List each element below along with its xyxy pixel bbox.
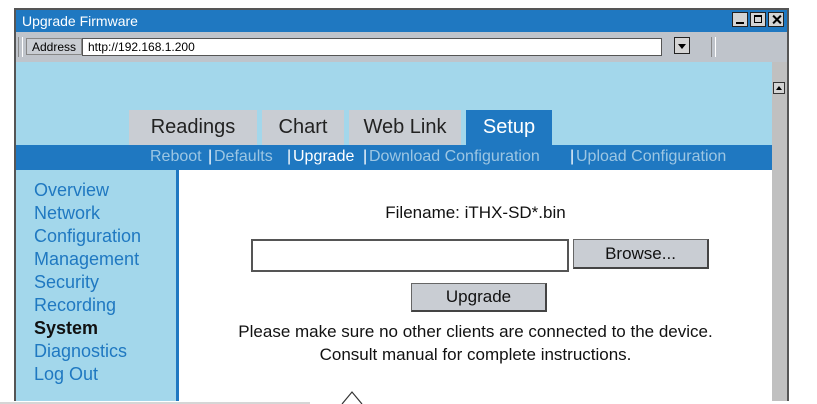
sidebar-item-log-out[interactable]: Log Out [34,364,98,384]
window-title: Upgrade Firmware [22,13,138,29]
vertical-scrollbar[interactable] [772,62,787,402]
sidebar-item-recording[interactable]: Recording [34,295,116,315]
address-input[interactable]: http://192.168.1.200 [82,38,662,56]
file-path-input[interactable] [251,239,569,272]
window-controls [732,12,784,27]
address-toolbar: Address http://192.168.1.200 [16,32,787,62]
title-bar: Upgrade Firmware [16,10,787,32]
sub-navigation: Reboot | Defaults | Upgrade | Download C… [16,145,772,170]
tab-chart[interactable]: Chart [262,110,344,145]
subnav-upload-configuration[interactable]: Upload Configuration [576,148,726,166]
tab-readings[interactable]: Readings [129,110,257,145]
subnav-reboot[interactable]: Reboot [150,148,202,166]
chevron-down-icon[interactable] [674,37,690,54]
upgrade-button[interactable]: Upgrade [411,283,547,312]
tab-setup[interactable]: Setup [466,110,552,145]
sidebar-item-overview[interactable]: Overview [34,180,109,200]
notice-line-2: Consult manual for complete instructions… [319,345,632,364]
scroll-up-icon[interactable] [773,82,785,94]
close-icon[interactable] [768,12,784,27]
subnav-upgrade[interactable]: Upgrade [293,148,354,166]
address-label: Address [26,38,82,55]
sidebar-item-configuration[interactable]: Configuration [34,226,141,246]
subnav-defaults[interactable]: Defaults [214,148,273,166]
upgrade-panel: Filename: iTHX-SD*.bin Browse... Upgrade… [179,170,772,402]
subnav-download-configuration[interactable]: Download Configuration [369,148,540,166]
browse-button[interactable]: Browse... [573,239,709,269]
notice-line-1: Please make sure no other clients are co… [238,322,713,341]
mouse-cursor-icon [341,391,363,404]
sidebar-item-security[interactable]: Security [34,272,99,292]
toolbar-grip [18,37,23,57]
tab-web-link[interactable]: Web Link [349,110,461,145]
sidebar-item-system[interactable]: System [34,318,98,338]
toolbar-grip [711,37,716,57]
filename-label: Filename: iTHX-SD*.bin [385,203,566,222]
page-content: Readings Chart Web Link Setup Reboot | D… [16,62,772,402]
sidebar-item-management[interactable]: Management [34,249,139,269]
sidebar-item-network[interactable]: Network [34,203,100,223]
browser-window: Upgrade Firmware Address http://192.168.… [14,8,789,404]
sidebar-item-diagnostics[interactable]: Diagnostics [34,341,127,361]
maximize-icon[interactable] [750,12,766,27]
minimize-icon[interactable] [732,12,748,27]
sidebar: Overview Network Configuration Managemen… [16,170,179,402]
